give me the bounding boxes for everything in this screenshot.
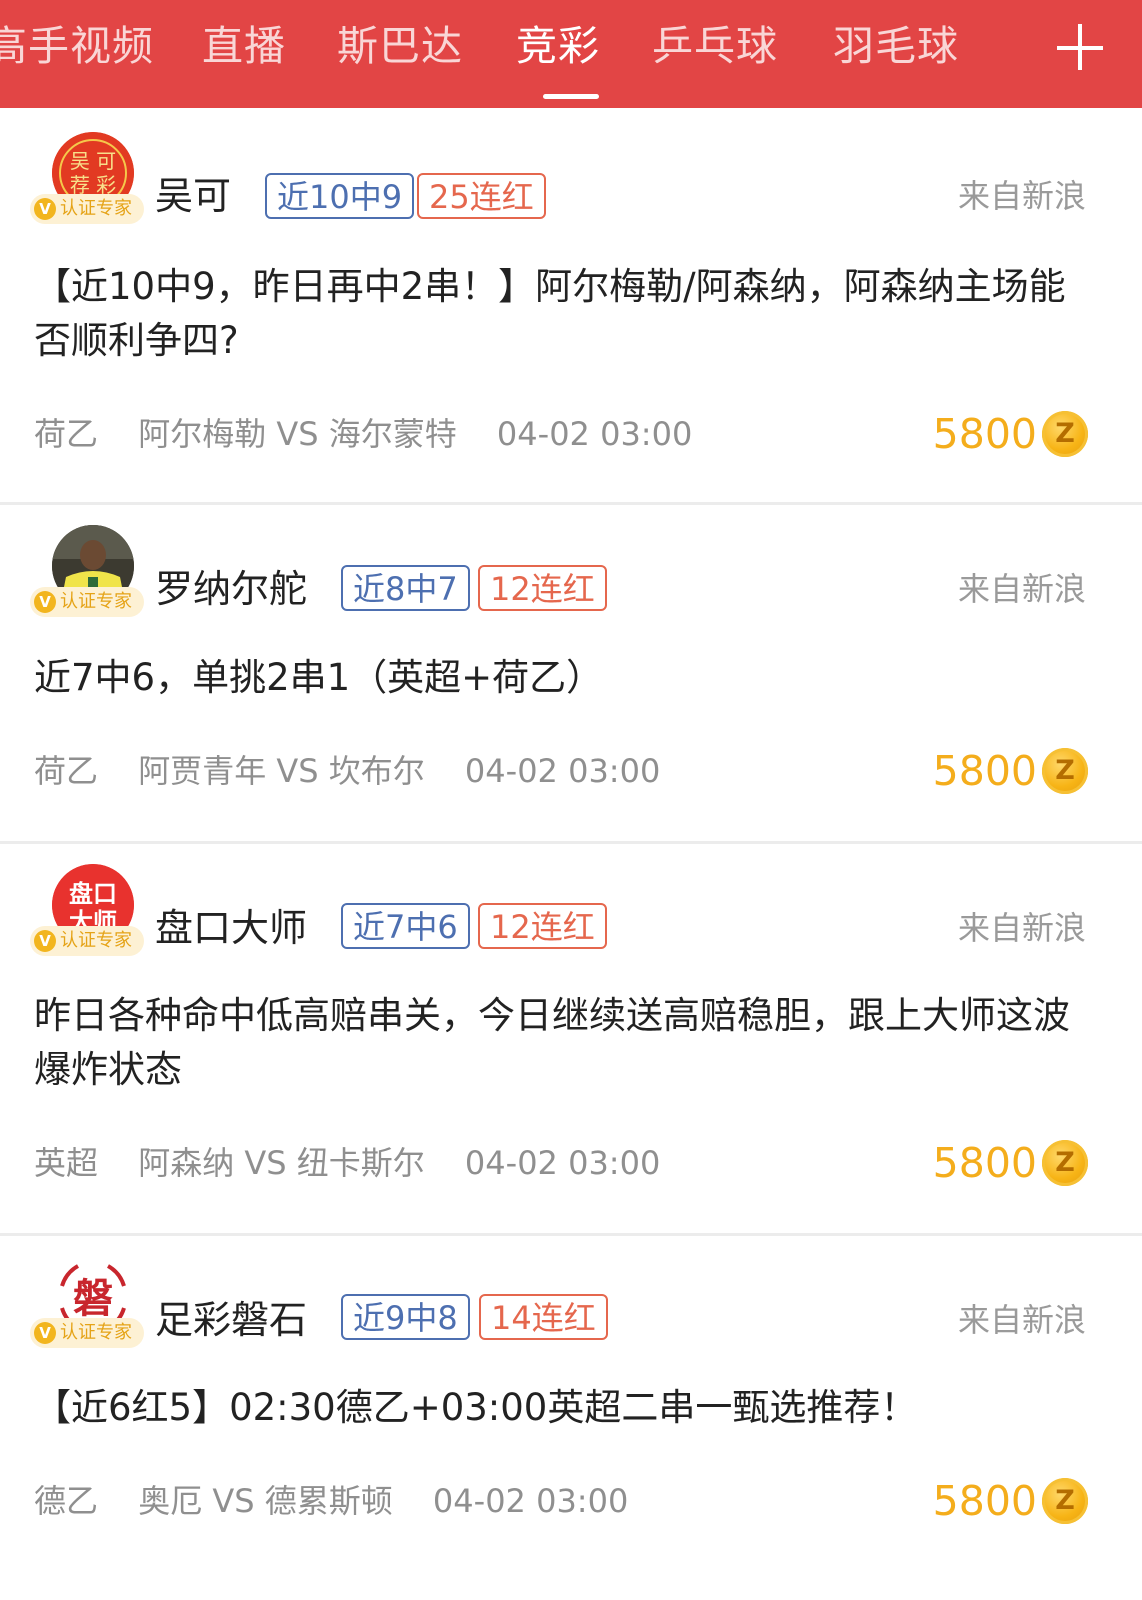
match-info: 英超 阿森纳 VS 纽卡斯尔 04-02 03:00 xyxy=(34,1141,690,1185)
source-label: 来自新浪 xyxy=(957,909,1086,947)
tip-card[interactable]: 吴 可 荐 彩 V 认证专家 吴可 近10中9 25连红 来自新浪 【近10中9… xyxy=(0,108,1142,502)
streak-tag: 14连红 xyxy=(479,1294,608,1340)
match-time: 04-02 03:00 xyxy=(464,752,661,790)
verified-expert-badge: V 认证专家 xyxy=(30,587,144,617)
match-teams: 阿森纳 VS 纽卡斯尔 xyxy=(138,1144,425,1182)
match-info: 德乙 奥厄 VS 德累斯顿 04-02 03:00 xyxy=(34,1479,658,1523)
author-name[interactable]: 足彩磐石 xyxy=(155,1296,307,1344)
verified-expert-badge: V 认证专家 xyxy=(30,926,144,956)
author-name[interactable]: 罗纳尔舵 xyxy=(155,565,307,613)
verified-expert-badge: V 认证专家 xyxy=(30,1318,144,1348)
record-tag: 近10中9 xyxy=(265,173,415,219)
match-time: 04-02 03:00 xyxy=(496,415,693,453)
svg-text:盘口: 盘口 xyxy=(69,880,117,908)
z-coin-icon: Z xyxy=(1042,748,1088,794)
match-time: 04-02 03:00 xyxy=(464,1144,661,1182)
record-tag: 近7中6 xyxy=(341,903,470,949)
tip-title[interactable]: 【近6红5】02:30德乙+03:00英超二串一甄选推荐！ xyxy=(34,1381,1094,1435)
league-label: 德乙 xyxy=(34,1482,99,1520)
league-label: 荷乙 xyxy=(34,752,99,790)
source-label: 来自新浪 xyxy=(957,177,1086,215)
league-label: 英超 xyxy=(34,1144,99,1182)
verified-v-icon: V xyxy=(34,930,56,952)
author-name[interactable]: 吴可 xyxy=(155,172,231,220)
tip-title[interactable]: 近7中6，单挑2串1（英超+荷乙） xyxy=(34,651,1094,705)
verified-v-icon: V xyxy=(34,591,56,613)
league-label: 荷乙 xyxy=(34,415,99,453)
tab-expert-video[interactable]: 高手视频 xyxy=(0,18,154,74)
match-info: 荷乙 阿尔梅勒 VS 海尔蒙特 04-02 03:00 xyxy=(34,412,722,456)
tip-card[interactable]: 磐 V 认证专家 足彩磐石 近9中8 14连红 来自新浪 【近6红5】02:30… xyxy=(0,1236,1142,1600)
verified-v-icon: V xyxy=(34,1322,56,1344)
svg-text:吴 可: 吴 可 xyxy=(70,149,116,173)
svg-text:磐: 磐 xyxy=(73,1275,113,1322)
match-teams: 阿贾青年 VS 坎布尔 xyxy=(138,752,425,790)
match-teams: 阿尔梅勒 VS 海尔蒙特 xyxy=(138,415,457,453)
z-coin-icon: Z xyxy=(1042,1478,1088,1524)
record-tag: 近8中7 xyxy=(341,565,470,611)
source-label: 来自新浪 xyxy=(957,570,1086,608)
plus-icon[interactable] xyxy=(1057,24,1105,72)
streak-tag: 12连红 xyxy=(478,903,607,949)
tip-title[interactable]: 【近10中9，昨日再中2串！】阿尔梅勒/阿森纳，阿森纳主场能否顺利争四? xyxy=(34,260,1094,368)
match-teams: 奥厄 VS 德累斯顿 xyxy=(138,1482,393,1520)
price-value: 5800 xyxy=(932,747,1037,795)
tab-spartan[interactable]: 斯巴达 xyxy=(337,18,463,74)
verified-expert-badge: V 认证专家 xyxy=(30,194,144,224)
tip-card[interactable]: 盘口 大师 V 认证专家 盘口大师 近7中6 12连红 来自新浪 昨日各种命中低… xyxy=(0,844,1142,1233)
match-info: 荷乙 阿贾青年 VS 坎布尔 04-02 03:00 xyxy=(34,749,690,793)
tab-table-tennis[interactable]: 乒乓球 xyxy=(652,18,778,74)
author-name[interactable]: 盘口大师 xyxy=(155,904,307,952)
tab-lottery[interactable]: 竞彩 xyxy=(516,18,600,74)
tip-title[interactable]: 昨日各种命中低高赔串关，今日继续送高赔稳胆，跟上大师这波爆炸状态 xyxy=(34,989,1094,1097)
tip-card[interactable]: 9 V 认证专家 罗纳尔舵 近8中7 12连红 来自新浪 近7中6，单挑2串1（… xyxy=(0,505,1142,841)
streak-tag: 25连红 xyxy=(417,173,546,219)
price-value: 5800 xyxy=(932,1139,1037,1187)
source-label: 来自新浪 xyxy=(957,1301,1086,1339)
record-tag: 近9中8 xyxy=(341,1294,470,1340)
z-coin-icon: Z xyxy=(1042,411,1088,457)
match-time: 04-02 03:00 xyxy=(432,1482,629,1520)
tab-badminton[interactable]: 羽毛球 xyxy=(833,18,959,74)
z-coin-icon: Z xyxy=(1042,1140,1088,1186)
streak-tag: 12连红 xyxy=(478,565,607,611)
active-tab-indicator xyxy=(543,94,599,99)
price-value: 5800 xyxy=(932,410,1037,458)
price-value: 5800 xyxy=(932,1477,1037,1525)
verified-v-icon: V xyxy=(34,198,56,220)
top-tab-bar: 高手视频 直播 斯巴达 竞彩 乒乓球 羽毛球 xyxy=(0,0,1142,108)
tab-live[interactable]: 直播 xyxy=(202,18,286,74)
